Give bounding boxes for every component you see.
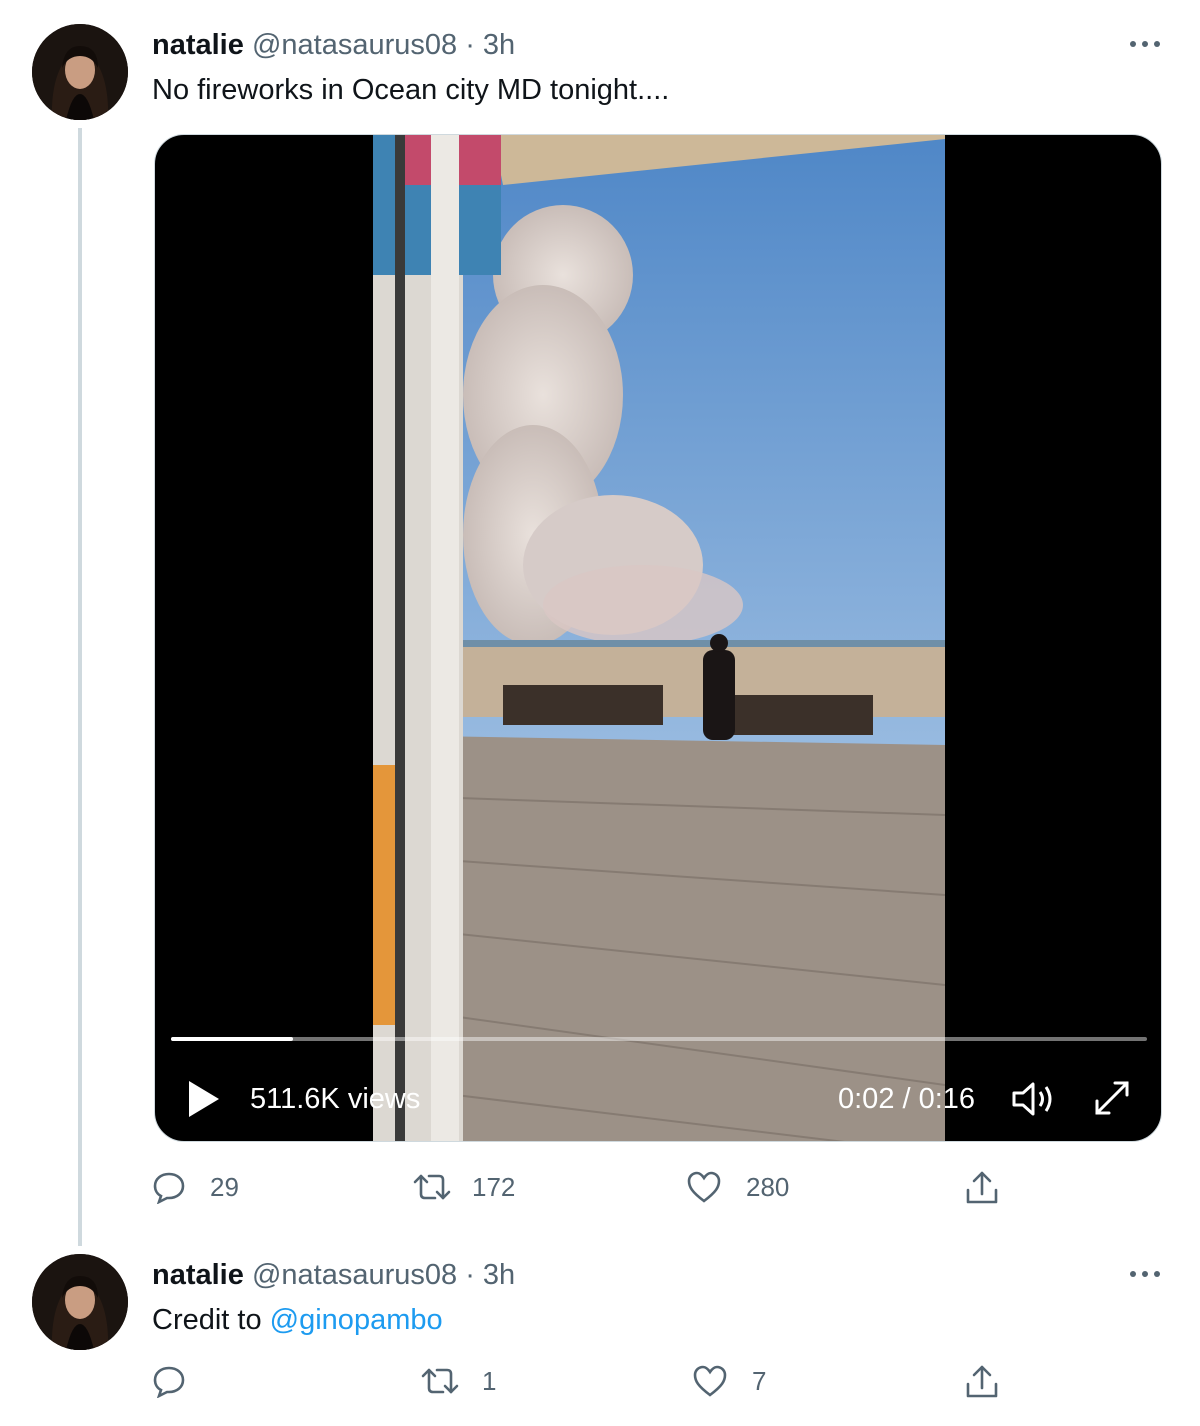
reply-count: 29	[210, 1171, 239, 1202]
view-count: 511.6K views	[250, 1083, 421, 1115]
display-name[interactable]: natalie	[152, 1259, 244, 1291]
share-button[interactable]	[964, 1364, 1000, 1400]
volume-icon[interactable]	[1011, 1079, 1057, 1124]
fullscreen-icon[interactable]	[1091, 1077, 1133, 1124]
video-time: 0:02 / 0:16	[838, 1083, 976, 1115]
more-horizontal-icon[interactable]	[1128, 34, 1162, 55]
share-icon	[966, 1365, 998, 1398]
tweet-text-prefix: Credit to	[152, 1304, 270, 1336]
video-progress-bar[interactable]	[171, 1037, 1147, 1041]
tweet-text: Credit to @ginopambo	[152, 1302, 443, 1338]
avatar[interactable]	[32, 1254, 128, 1350]
avatar[interactable]	[32, 24, 128, 120]
separator: ·	[465, 1259, 475, 1291]
tweet-header: natalie @natasaurus08 · 3h	[152, 28, 515, 62]
reply-icon	[153, 1172, 185, 1204]
user-handle[interactable]: @natasaurus08	[252, 1259, 457, 1291]
share-icon	[966, 1171, 998, 1204]
share-button[interactable]	[964, 1170, 1000, 1206]
retweet-icon	[421, 1368, 459, 1394]
like-button[interactable]: 280	[686, 1170, 789, 1204]
reply-button[interactable]: 29	[152, 1170, 239, 1204]
retweet-button[interactable]: 1	[420, 1364, 496, 1398]
heart-icon	[687, 1171, 721, 1203]
tweet-header: natalie @natasaurus08 · 3h	[152, 1258, 515, 1292]
thread-connector-line	[78, 128, 82, 1246]
heart-icon	[693, 1365, 727, 1397]
timestamp[interactable]: 3h	[483, 1259, 515, 1291]
retweet-icon	[413, 1174, 451, 1200]
like-button[interactable]: 7	[692, 1364, 766, 1398]
mention-link[interactable]: @ginopambo	[270, 1304, 443, 1336]
video-frame	[373, 135, 945, 1141]
retweet-count: 1	[482, 1365, 497, 1396]
separator: ·	[465, 29, 475, 61]
user-handle[interactable]: @natasaurus08	[252, 29, 457, 61]
video-progress-fill	[171, 1037, 293, 1041]
retweet-count: 172	[472, 1171, 516, 1202]
like-count: 7	[752, 1365, 767, 1396]
timestamp[interactable]: 3h	[483, 29, 515, 61]
more-horizontal-icon[interactable]	[1128, 1264, 1162, 1285]
video-player[interactable]: 511.6K views 0:02 / 0:16	[154, 134, 1162, 1142]
tweet-text: No fireworks in Ocean city MD tonight...…	[152, 74, 670, 106]
reply-button[interactable]	[152, 1364, 210, 1398]
reply-icon	[153, 1366, 185, 1398]
play-icon[interactable]	[187, 1079, 221, 1124]
display-name[interactable]: natalie	[152, 29, 244, 61]
like-count: 280	[746, 1171, 790, 1202]
retweet-button[interactable]: 172	[412, 1170, 515, 1204]
